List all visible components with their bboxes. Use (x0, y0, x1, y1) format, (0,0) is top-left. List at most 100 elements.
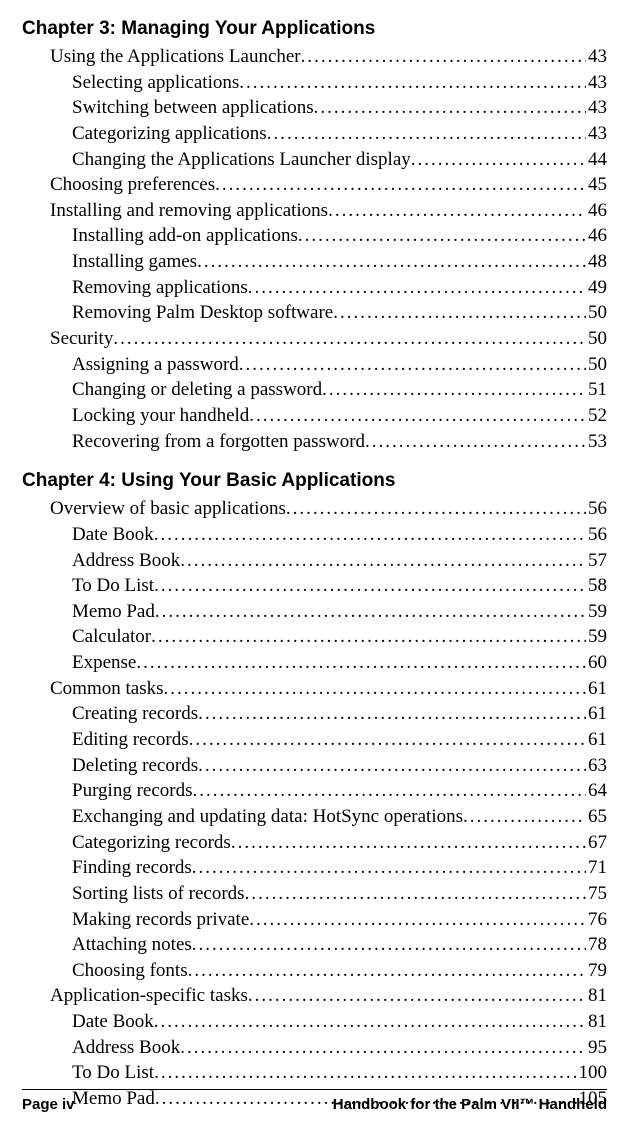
toc-entry[interactable]: Removing Palm Desktop software 50 (22, 300, 607, 326)
toc-entry-text: Using the Applications Launcher (50, 44, 301, 70)
toc-entry-text: Purging records (72, 778, 193, 804)
toc-entry[interactable]: Choosing preferences45 (22, 172, 607, 198)
toc-entry[interactable]: Editing records61 (22, 727, 607, 753)
toc-entry-page: 50 (586, 300, 607, 326)
toc-entry-text: Attaching notes (72, 932, 192, 958)
toc-entry-text: Date Book (72, 1009, 154, 1035)
toc-entry-text: Date Book (72, 522, 154, 548)
leader-dots (154, 1009, 586, 1035)
toc-entry[interactable]: Expense60 (22, 650, 607, 676)
toc-entry[interactable]: Sorting lists of records75 (22, 881, 607, 907)
toc-entry[interactable]: Installing games48 (22, 249, 607, 275)
toc-entry[interactable]: Switching between applications43 (22, 95, 607, 121)
page-footer: Page iv Handbook for the Palm VII™ Handh… (22, 1089, 607, 1113)
toc-entry-page: 65 (586, 804, 607, 830)
toc-entry[interactable]: Using the Applications Launcher43 (22, 44, 607, 70)
chapter-title: Chapter 4: Using Your Basic Applications (22, 470, 607, 492)
toc-entry[interactable]: Application-specific tasks 81 (22, 983, 607, 1009)
toc-entry[interactable]: Security50 (22, 326, 607, 352)
leader-dots (189, 727, 586, 753)
toc-entry-text: Finding records (72, 855, 192, 881)
leader-dots (463, 804, 586, 830)
leader-dots (198, 701, 586, 727)
toc-entry[interactable]: To Do List 100 (22, 1060, 607, 1086)
leader-dots (239, 352, 586, 378)
leader-dots (322, 377, 586, 403)
toc-entry-text: Removing Palm Desktop software (72, 300, 333, 326)
toc-entry-text: Choosing preferences (50, 172, 215, 198)
toc-entry[interactable]: Installing and removing applications46 (22, 198, 607, 224)
toc-entry-text: Deleting records (72, 753, 198, 779)
toc-entry[interactable]: Address Book57 (22, 548, 607, 574)
toc-entry[interactable]: Date Book 56 (22, 522, 607, 548)
leader-dots (163, 676, 586, 702)
leader-dots (411, 147, 586, 173)
leader-dots (239, 70, 586, 96)
leader-dots (248, 983, 586, 1009)
toc-entry[interactable]: Selecting applications43 (22, 70, 607, 96)
leader-dots (365, 429, 586, 455)
toc-entry[interactable]: Recovering from a forgotten password53 (22, 429, 607, 455)
toc-entry[interactable]: Assigning a password50 (22, 352, 607, 378)
toc-entry-page: 61 (586, 701, 607, 727)
toc-entry[interactable]: Address Book95 (22, 1035, 607, 1061)
toc-entry[interactable]: Overview of basic applications56 (22, 496, 607, 522)
toc-entry-text: Sorting lists of records (72, 881, 245, 907)
toc-entry[interactable]: Changing or deleting a password51 (22, 377, 607, 403)
toc-entry[interactable]: To Do List58 (22, 573, 607, 599)
toc-entry[interactable]: Creating records61 (22, 701, 607, 727)
toc-entry-page: 61 (586, 676, 607, 702)
toc-entry[interactable]: Common tasks61 (22, 676, 607, 702)
leader-dots (155, 599, 586, 625)
leader-dots (180, 1035, 586, 1061)
toc-entry-page: 53 (586, 429, 607, 455)
toc-entry-text: Categorizing records (72, 830, 231, 856)
toc-entry-page: 95 (586, 1035, 607, 1061)
leader-dots (286, 496, 586, 522)
toc-entry-text: Memo Pad (72, 599, 155, 625)
toc-entry[interactable]: Deleting records63 (22, 753, 607, 779)
toc-entry-text: Installing and removing applications (50, 198, 328, 224)
toc-entry[interactable]: Locking your handheld52 (22, 403, 607, 429)
toc-entry-text: To Do List (72, 1060, 154, 1086)
toc-entry-page: 56 (586, 496, 607, 522)
toc-entry-text: To Do List (72, 573, 154, 599)
toc-entry[interactable]: Memo Pad59 (22, 599, 607, 625)
toc-entry-page: 81 (586, 983, 607, 1009)
toc-entry[interactable]: Date Book81 (22, 1009, 607, 1035)
toc-entry[interactable]: Changing the Applications Launcher displ… (22, 147, 607, 173)
toc-entry-text: Assigning a password (72, 352, 239, 378)
toc-entry[interactable]: Making records private76 (22, 907, 607, 933)
leader-dots (301, 44, 586, 70)
toc-entry[interactable]: Attaching notes 78 (22, 932, 607, 958)
toc-entry[interactable]: Purging records64 (22, 778, 607, 804)
toc-entry-page: 61 (586, 727, 607, 753)
toc-entry[interactable]: Removing applications49 (22, 275, 607, 301)
toc-entry[interactable]: Categorizing applications43 (22, 121, 607, 147)
toc-entry-page: 100 (577, 1060, 608, 1086)
toc-entry[interactable]: Finding records71 (22, 855, 607, 881)
toc-entry[interactable]: Installing add-on applications46 (22, 223, 607, 249)
toc-entry-page: 44 (586, 147, 607, 173)
toc-entry[interactable]: Exchanging and updating data: HotSync op… (22, 804, 607, 830)
leader-dots (197, 249, 586, 275)
toc-entry-text: Installing games (72, 249, 197, 275)
leader-dots (192, 855, 586, 881)
toc-entry-text: Making records private (72, 907, 249, 933)
toc-entry[interactable]: Calculator59 (22, 624, 607, 650)
toc-entry[interactable]: Choosing fonts79 (22, 958, 607, 984)
chapter-title: Chapter 3: Managing Your Applications (22, 18, 607, 40)
leader-dots (154, 1060, 576, 1086)
toc-entry-text: Application-specific tasks (50, 983, 248, 1009)
toc-entry-text: Expense (72, 650, 136, 676)
leader-dots (245, 881, 586, 907)
toc-entry[interactable]: Categorizing records67 (22, 830, 607, 856)
leader-dots (314, 95, 586, 121)
toc-entry-text: Locking your handheld (72, 403, 249, 429)
leader-dots (248, 275, 586, 301)
toc-entry-page: 56 (586, 522, 607, 548)
toc-entry-text: Calculator (72, 624, 151, 650)
toc-entry-page: 78 (586, 932, 607, 958)
leader-dots (136, 650, 586, 676)
toc-entry-page: 51 (586, 377, 607, 403)
